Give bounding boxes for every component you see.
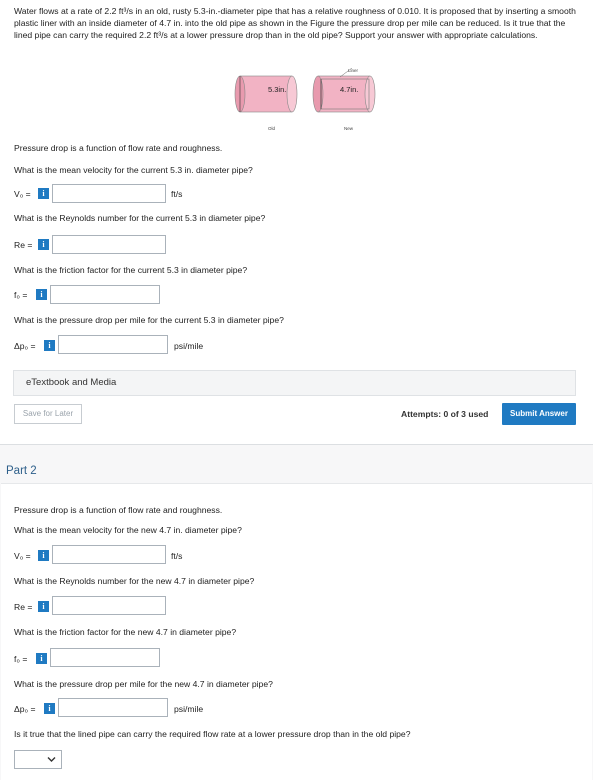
info-icon[interactable]: i	[38, 239, 49, 250]
part2-title: Part 2	[6, 465, 37, 477]
part1-pressure-input[interactable]	[58, 335, 168, 354]
problem-statement: Water flows at a rate of 2.2 ft³/s in an…	[14, 6, 576, 40]
part1-pressure-unit: psi/mile	[174, 341, 204, 351]
info-icon[interactable]: i	[36, 653, 47, 664]
part2-reynolds-label: Re =	[14, 602, 33, 612]
pipe-figure: 5.3in. 4.7in. Liner Old New	[232, 67, 382, 140]
attempts-counter: Attempts: 0 of 3 used	[401, 409, 489, 419]
part1-velocity-input[interactable]	[52, 184, 166, 203]
part2-velocity-unit: ft/s	[171, 551, 183, 561]
part1-question-velocity: What is the mean velocity for the curren…	[14, 165, 253, 175]
info-icon[interactable]: i	[36, 289, 47, 300]
info-icon[interactable]: i	[44, 340, 55, 351]
part1-reynolds-input[interactable]	[52, 235, 166, 254]
part2-pressure-label: Δp₀ =	[14, 704, 36, 714]
old-pipe	[234, 75, 298, 113]
etextbook-media-link[interactable]: eTextbook and Media	[13, 370, 576, 396]
part1-friction-label: f₀ =	[14, 290, 28, 300]
part2-friction-input[interactable]	[50, 648, 160, 667]
save-for-later-button[interactable]: Save for Later	[14, 404, 82, 424]
part1-question-reynolds: What is the Reynolds number for the curr…	[14, 213, 266, 223]
part2-question-reynolds: What is the Reynolds number for the new …	[14, 576, 255, 586]
part1-velocity-label: V₀ =	[14, 189, 31, 199]
part1-friction-input[interactable]	[50, 285, 160, 304]
part1-intro: Pressure drop is a function of flow rate…	[14, 143, 223, 153]
info-icon[interactable]: i	[38, 188, 49, 199]
info-icon[interactable]: i	[38, 601, 49, 612]
part1-question-friction: What is the friction factor for the curr…	[14, 265, 248, 275]
part2-question-friction: What is the friction factor for the new …	[14, 627, 237, 637]
liner-label: Liner	[348, 68, 359, 73]
part2-question-pressure: What is the pressure drop per mile for t…	[14, 679, 273, 689]
part2-friction-label: f₀ =	[14, 654, 28, 664]
part2-question-velocity: What is the mean velocity for the new 4.…	[14, 525, 242, 535]
part2-intro: Pressure drop is a function of flow rate…	[14, 505, 223, 515]
chevron-down-icon	[47, 757, 56, 762]
part1-pressure-label: Δp₀ =	[14, 341, 36, 351]
new-dia-label: 4.7in.	[340, 85, 358, 94]
part1-velocity-unit: ft/s	[171, 189, 183, 199]
answer-select[interactable]	[14, 750, 62, 769]
part1-reynolds-label: Re =	[14, 240, 33, 250]
part2-velocity-label: V₀ =	[14, 551, 31, 561]
submit-answer-button[interactable]: Submit Answer	[502, 403, 576, 425]
info-icon[interactable]: i	[38, 550, 49, 561]
old-caption: Old	[268, 126, 276, 131]
new-caption: New	[344, 126, 354, 131]
part2-question-final: Is it true that the lined pipe can carry…	[14, 729, 411, 739]
pipe-diagram: 5.3in. 4.7in. Liner Old New	[234, 67, 376, 131]
part2-reynolds-input[interactable]	[52, 596, 166, 615]
part2-pressure-unit: psi/mile	[174, 704, 204, 714]
old-dia-label: 5.3in.	[268, 85, 286, 94]
info-icon[interactable]: i	[44, 703, 55, 714]
part2-velocity-input[interactable]	[52, 545, 166, 564]
part1-question-pressure: What is the pressure drop per mile for t…	[14, 315, 284, 325]
part2-pressure-input[interactable]	[58, 698, 168, 717]
